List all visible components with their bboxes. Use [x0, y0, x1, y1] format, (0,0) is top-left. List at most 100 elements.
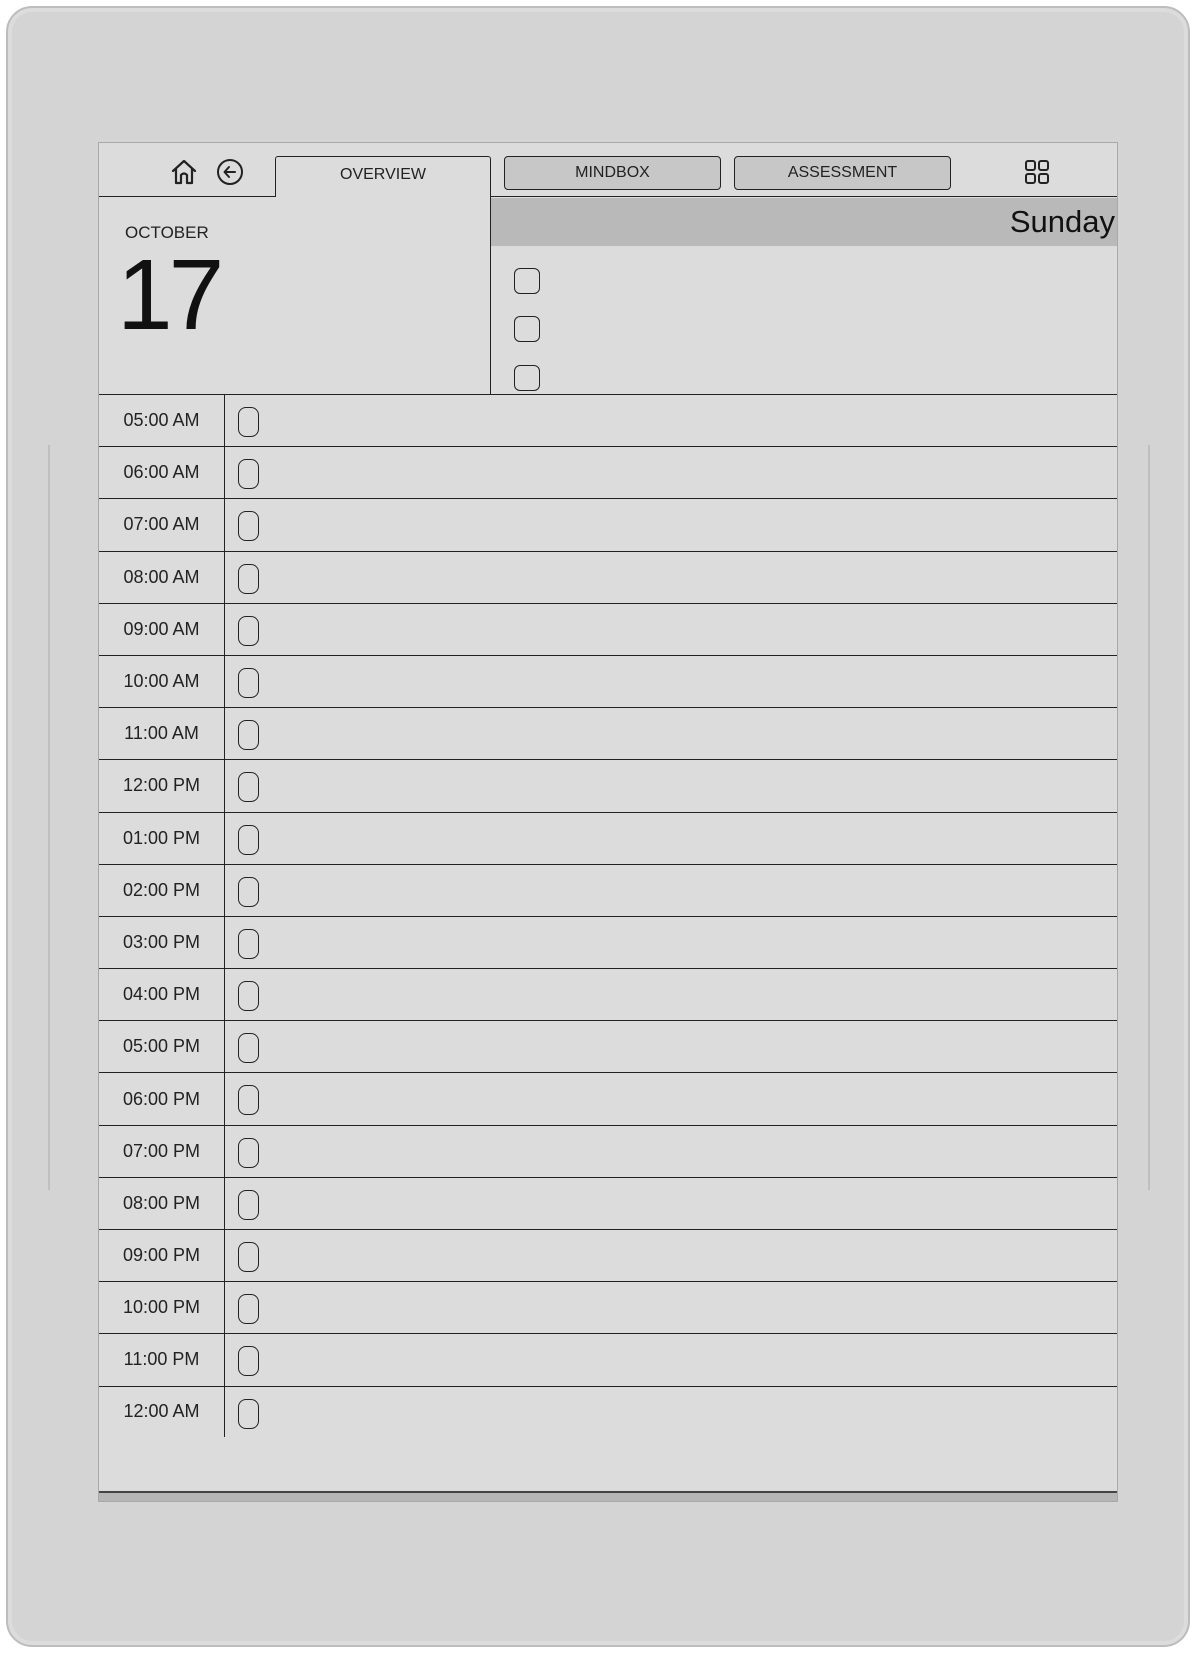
tablet-frame: OVERVIEW MINDBOX ASSESSMENT OCTOBER 17 S… [6, 6, 1190, 1647]
event-checkbox[interactable] [238, 563, 259, 594]
time-label: 04:00 PM [122, 984, 201, 1005]
event-checkbox[interactable] [238, 1137, 259, 1168]
time-label: 06:00 AM [123, 462, 200, 483]
event-checkbox[interactable] [238, 981, 259, 1012]
schedule-row: 07:00 PM [99, 1124, 1117, 1177]
event-checkbox[interactable] [238, 667, 259, 698]
weekday-banner: Sunday [491, 198, 1117, 246]
time-column-divider [224, 916, 225, 969]
nav-divider [490, 196, 1117, 197]
time-column-divider [224, 1021, 225, 1073]
event-checkbox[interactable] [238, 1398, 259, 1429]
event-write-area[interactable] [269, 760, 1117, 811]
schedule-row: 10:00 AM [99, 654, 1117, 708]
schedule-row: 01:00 PM [99, 811, 1117, 864]
time-column-divider [224, 395, 225, 447]
time-column-divider [224, 969, 225, 1021]
screen-bottom-bar [99, 1491, 1117, 1501]
event-write-area[interactable] [269, 499, 1117, 550]
event-write-area[interactable] [269, 1282, 1117, 1333]
event-write-area[interactable] [269, 656, 1117, 707]
schedule-row: 07:00 AM [99, 498, 1117, 551]
schedule-row: 05:00 PM [99, 1020, 1117, 1073]
event-write-area[interactable] [269, 1230, 1117, 1281]
schedule-row: 06:00 PM [99, 1072, 1117, 1125]
schedule-row: 12:00 AM [99, 1385, 1117, 1437]
event-checkbox[interactable] [238, 459, 259, 490]
time-column-divider [224, 1282, 225, 1334]
event-write-area[interactable] [269, 708, 1117, 759]
event-checkbox[interactable] [238, 407, 259, 437]
time-label: 06:00 PM [122, 1088, 201, 1109]
time-label: 11:00 AM [124, 723, 199, 744]
grid-icon[interactable] [1022, 157, 1052, 187]
time-column-divider [224, 708, 225, 760]
time-column-divider [224, 864, 225, 916]
time-label: 05:00 PM [122, 1036, 201, 1057]
time-column-divider [224, 1230, 225, 1282]
schedule-row: 08:00 AM [99, 550, 1117, 603]
home-icon[interactable] [169, 157, 199, 187]
time-label: 07:00 AM [123, 514, 200, 535]
schedule-row: 08:00 PM [99, 1176, 1117, 1229]
time-column-divider [224, 1386, 225, 1437]
time-column-divider [224, 551, 225, 603]
event-write-area[interactable] [269, 395, 1117, 446]
event-checkbox[interactable] [238, 928, 259, 959]
todo-checkbox[interactable] [514, 365, 540, 391]
event-checkbox[interactable] [238, 511, 259, 542]
event-write-area[interactable] [269, 552, 1117, 603]
event-checkbox[interactable] [238, 824, 259, 855]
event-checkbox[interactable] [238, 876, 259, 907]
event-write-area[interactable] [269, 1126, 1117, 1177]
time-column-divider [224, 1177, 225, 1229]
todo-checkbox[interactable] [514, 268, 540, 294]
time-label: 11:00 PM [123, 1349, 200, 1370]
time-label: 07:00 PM [122, 1140, 201, 1161]
schedule-row: 06:00 AM [99, 446, 1117, 499]
frame-edge-left [48, 445, 50, 1190]
event-checkbox[interactable] [238, 1242, 259, 1272]
event-write-area[interactable] [269, 1073, 1117, 1124]
event-write-area[interactable] [269, 604, 1117, 655]
event-checkbox[interactable] [238, 1294, 259, 1325]
event-checkbox[interactable] [238, 615, 259, 646]
time-label: 05:00 AM [123, 410, 200, 431]
time-label: 12:00 PM [122, 775, 201, 796]
event-write-area[interactable] [269, 969, 1117, 1020]
tab-assessment[interactable]: ASSESSMENT [734, 156, 951, 190]
schedule-row: 10:00 PM [99, 1281, 1117, 1334]
frame-edge-right [1148, 445, 1150, 1190]
schedule-row: 11:00 PM [99, 1333, 1117, 1386]
schedule-row: 09:00 PM [99, 1229, 1117, 1282]
time-label: 10:00 AM [123, 671, 200, 692]
event-write-area[interactable] [269, 1021, 1117, 1072]
time-label: 03:00 PM [122, 931, 201, 952]
schedule-row: 09:00 AM [99, 602, 1117, 655]
time-label: 01:00 PM [122, 827, 201, 848]
schedule-row: 03:00 PM [99, 915, 1117, 969]
event-write-area[interactable] [269, 447, 1117, 498]
event-checkbox[interactable] [238, 1033, 259, 1064]
todo-checkbox[interactable] [514, 316, 540, 342]
event-checkbox[interactable] [238, 1346, 259, 1377]
event-write-area[interactable] [269, 865, 1117, 916]
time-label: 08:00 PM [122, 1192, 201, 1213]
event-write-area[interactable] [269, 1387, 1117, 1437]
event-write-area[interactable] [269, 1334, 1117, 1385]
time-label: 02:00 PM [122, 879, 201, 900]
tab-mindbox[interactable]: MINDBOX [504, 156, 721, 190]
tab-overview[interactable]: OVERVIEW [275, 156, 491, 197]
schedule-row: 12:00 PM [99, 759, 1117, 812]
time-label: 12:00 AM [123, 1401, 200, 1422]
event-write-area[interactable] [269, 1178, 1117, 1229]
event-checkbox[interactable] [238, 1189, 259, 1220]
event-checkbox[interactable] [238, 720, 259, 751]
event-write-area[interactable] [269, 917, 1117, 968]
back-arrow-circle-icon[interactable] [215, 157, 245, 187]
schedule-row: 11:00 AM [99, 707, 1117, 760]
planner-screen: OVERVIEW MINDBOX ASSESSMENT OCTOBER 17 S… [98, 142, 1118, 1502]
event-checkbox[interactable] [238, 1085, 259, 1116]
event-checkbox[interactable] [238, 772, 259, 803]
event-write-area[interactable] [269, 813, 1117, 864]
